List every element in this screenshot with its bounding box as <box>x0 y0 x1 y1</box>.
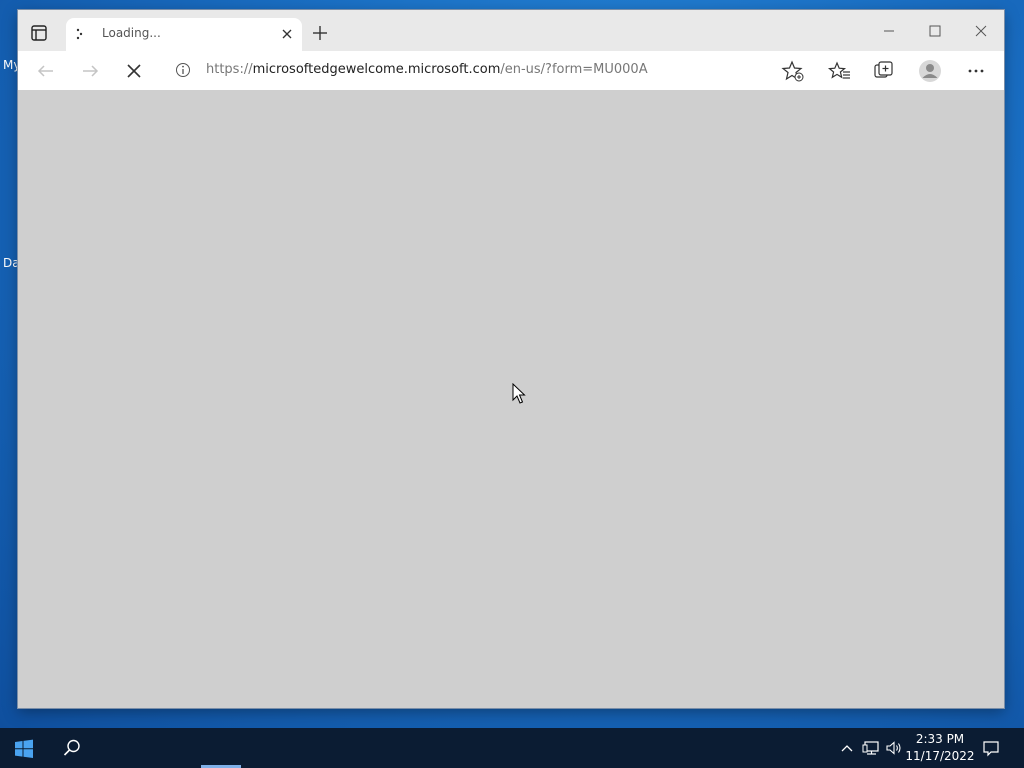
navigation-toolbar: https://microsoftedgewelcome.microsoft.c… <box>18 51 1004 91</box>
more-icon[interactable] <box>963 58 989 84</box>
tab-close-icon[interactable] <box>280 27 294 41</box>
url-path: /en-us/?form=MU000A <box>500 62 648 77</box>
collections-icon[interactable] <box>871 58 897 84</box>
chevron-up-icon[interactable] <box>838 740 856 756</box>
stop-icon[interactable] <box>121 58 147 84</box>
address-bar[interactable]: https://microsoftedgewelcome.microsoft.c… <box>161 55 796 85</box>
plus-icon[interactable] <box>311 24 329 42</box>
network-icon[interactable] <box>862 740 880 756</box>
url-host: microsoftedgewelcome.microsoft.com <box>252 62 501 77</box>
url-text[interactable]: https://microsoftedgewelcome.microsoft.c… <box>206 62 648 77</box>
forward-arrow-icon[interactable] <box>77 58 103 84</box>
title-bar: Loading... <box>18 10 1004 51</box>
page-content-loading[interactable] <box>18 90 1004 708</box>
maximize-icon[interactable] <box>919 18 951 44</box>
browser-window: Loading... https://microsoftedgewelcome.… <box>18 10 1004 708</box>
start-icon[interactable] <box>14 739 34 759</box>
favorites-icon[interactable] <box>827 58 853 84</box>
tab-actions-icon[interactable] <box>28 22 50 44</box>
system-clock[interactable]: 2:33 PM 11/17/2022 <box>900 731 980 765</box>
add-favorite-icon[interactable] <box>780 58 806 84</box>
minimize-icon[interactable] <box>873 18 905 44</box>
url-scheme: https:// <box>206 62 253 77</box>
clock-date: 11/17/2022 <box>905 749 975 763</box>
mouse-cursor-icon <box>512 383 526 404</box>
clock-time: 2:33 PM <box>915 732 965 746</box>
notification-icon[interactable] <box>982 739 1000 757</box>
loading-spinner-icon <box>76 28 83 40</box>
search-icon[interactable] <box>62 738 82 758</box>
close-icon[interactable] <box>965 18 997 44</box>
info-icon[interactable] <box>175 62 191 78</box>
back-arrow-icon[interactable] <box>33 58 59 84</box>
tab-active[interactable]: Loading... <box>66 18 302 51</box>
profile-icon[interactable] <box>917 58 943 84</box>
taskbar: 2:33 PM 11/17/2022 <box>0 728 1024 768</box>
tab-title: Loading... <box>102 26 161 40</box>
